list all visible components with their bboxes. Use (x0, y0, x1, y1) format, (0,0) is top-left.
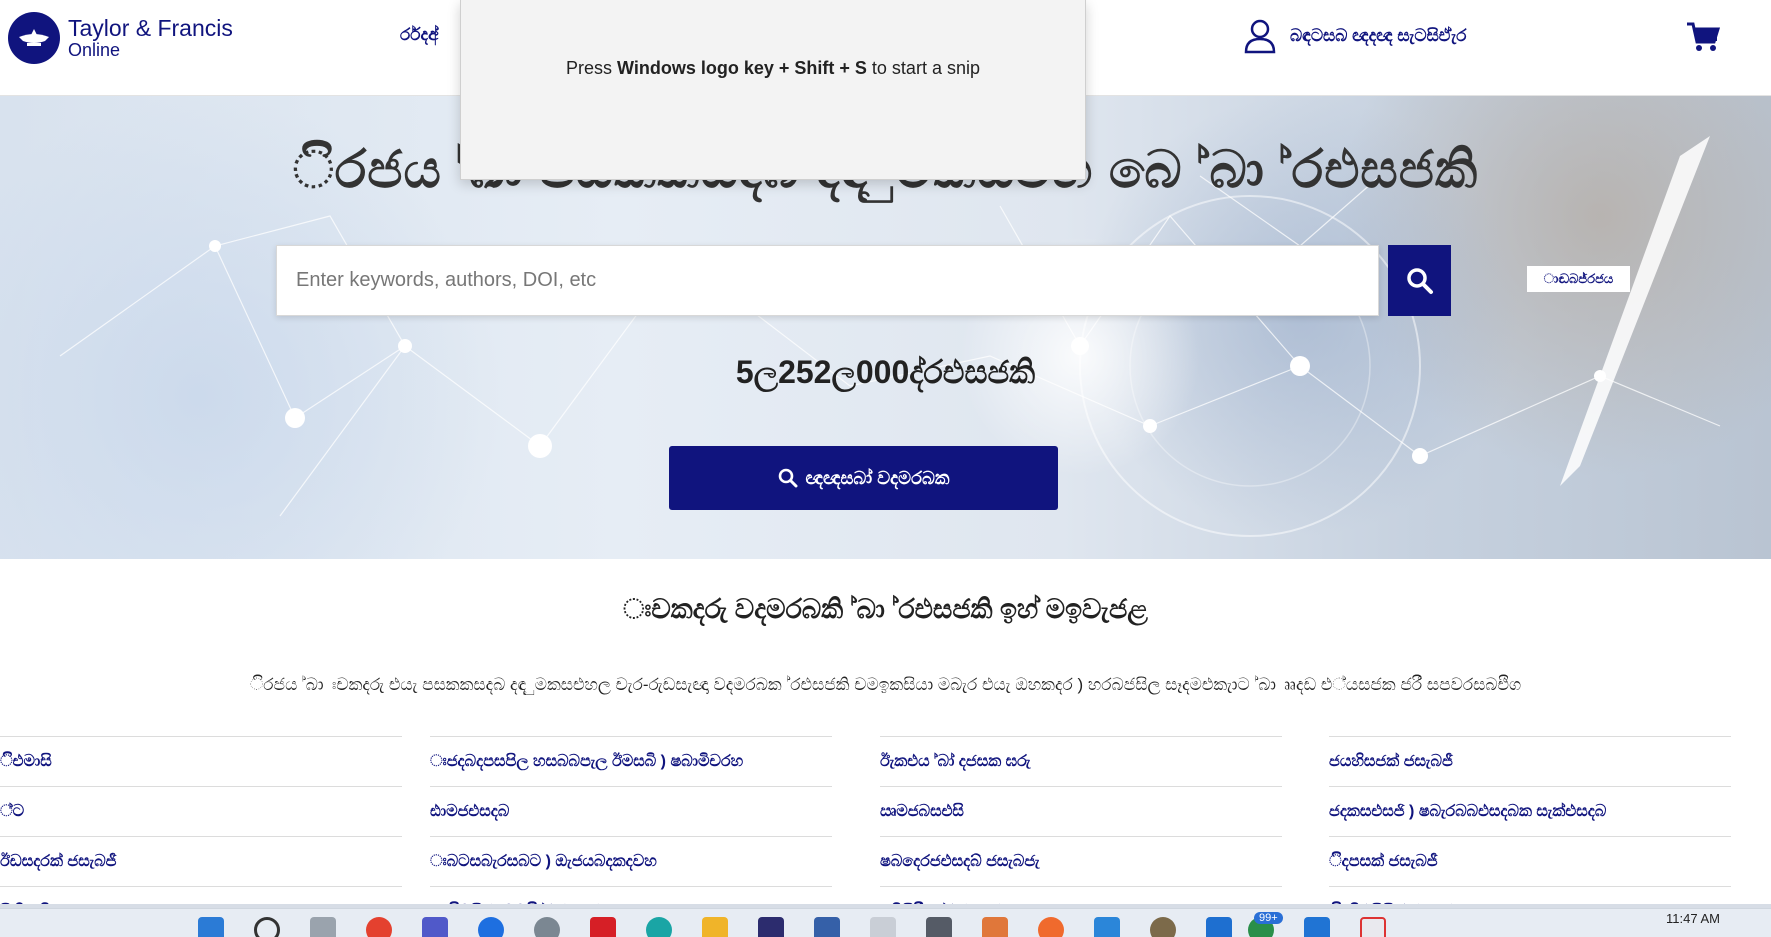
teams-icon[interactable] (422, 917, 448, 937)
windows-taskbar: 99+ 11:47 AM (0, 908, 1771, 937)
snip-suffix: to start a snip (871, 58, 980, 78)
search-button[interactable] (1388, 245, 1451, 316)
search-taskbar-icon[interactable] (254, 917, 280, 937)
subject-link[interactable]: ිඑමාසි (0, 736, 402, 786)
snipping-tool-icon[interactable] (1360, 917, 1386, 937)
search-icon (778, 468, 798, 488)
subjects-title: ඃචකදරු වදමරබකි ්බා ්රඑසජකි ඉහ් මඉවැජළ (623, 594, 1148, 624)
subjects-description: ිරජය ්බා ඃචකදරු එයැ පසකකසදබ දඳ ුමකසඑහල ච… (249, 675, 1522, 694)
search-input[interactable] (277, 246, 1378, 315)
article-count: 5ල252ල000ද්රඑසජකි (735, 354, 1036, 390)
app-icon[interactable] (814, 917, 840, 937)
app-icon[interactable] (1304, 917, 1330, 937)
edge-icon[interactable] (646, 917, 672, 937)
netflix-icon[interactable] (590, 917, 616, 937)
vscode-icon[interactable] (1094, 917, 1120, 937)
browse-journals-button[interactable]: ඥඥසබා් වදමරබක (669, 446, 1058, 510)
subject-link[interactable]: ඊඩසදරක් ජසැබජී (0, 836, 402, 886)
page: Taylor & Francis Online ර්රදඅ් බඳටසබ ඥදඥ… (0, 0, 1771, 937)
logo-subtitle: Online (68, 39, 121, 60)
subject-link[interactable]: ජදකසඑසජි ) ෂබැරබබඑසදබක සැක්එසදබ (1329, 786, 1731, 836)
lamp-logo-icon (8, 12, 60, 64)
subject-link[interactable]: ඃබටසබැරසබට ) ඔැජයබදකදවහ (430, 836, 832, 886)
subject-link[interactable]: ිදපසක් ජසැබජී (1329, 836, 1731, 886)
search-icon (1406, 267, 1433, 294)
app-icon[interactable] (926, 917, 952, 937)
browse-label: ඥඥසබා් වදමරබක (805, 467, 950, 488)
subject-link[interactable]: ඪාමජඑසදබ (430, 786, 832, 836)
subject-link[interactable]: ඊැකඑය ්බා් දජසක ඝරු (880, 736, 1282, 786)
app-icon[interactable] (1150, 917, 1176, 937)
notification-badge: 99+ (1254, 912, 1283, 924)
app-icon[interactable] (870, 917, 896, 937)
windows-start-icon[interactable] (198, 917, 224, 937)
logo-title: Taylor & Francis (68, 15, 233, 42)
subject-link[interactable]: ්ට (0, 786, 402, 836)
app-icon[interactable] (1206, 917, 1232, 937)
taskbar-clock: 11:47 AM (1666, 911, 1720, 926)
snip-prefix: Press (566, 58, 613, 78)
app-icon[interactable] (982, 917, 1008, 937)
chrome-icon[interactable] (366, 917, 392, 937)
tandf-logo[interactable]: Taylor & Francis Online (8, 12, 233, 64)
user-icon (1244, 19, 1276, 54)
app-icon[interactable] (1038, 917, 1064, 937)
account-login-link[interactable]: බඳටසබ ඥදඥ සැටසිඒැර (1244, 18, 1467, 54)
messenger-icon[interactable] (478, 917, 504, 937)
snip-keys: Windows logo key + Shift + S (617, 58, 867, 78)
app-icon[interactable] (534, 917, 560, 937)
nav-item-first[interactable]: ර්රදඅ් (400, 25, 439, 45)
subject-link[interactable]: ඃජදබදපසපිල හසබබපැල ඊමසබි ) ෂබාමිචරහ (430, 736, 832, 786)
snip-tooltip: Press Windows logo key + Shift + S to st… (460, 0, 1086, 180)
app-icon[interactable] (758, 917, 784, 937)
account-label: බඳටසබ ඥදඥ සැටසිඒැර (1290, 26, 1467, 45)
search-box (276, 245, 1379, 316)
advanced-search-link[interactable]: ාඬබජ්රජය (1527, 266, 1630, 292)
subject-link[interactable]: ඍමජබසඑසි (880, 786, 1282, 836)
subject-link[interactable]: ෂබදෙරජඑසදබ් ජසැබජැ (880, 836, 1282, 886)
shopping-cart-icon[interactable] (1686, 22, 1721, 57)
subject-link[interactable]: ජයහිසජක් ජසැබජී (1329, 736, 1731, 786)
task-view-icon[interactable] (310, 917, 336, 937)
file-explorer-icon[interactable] (702, 917, 728, 937)
